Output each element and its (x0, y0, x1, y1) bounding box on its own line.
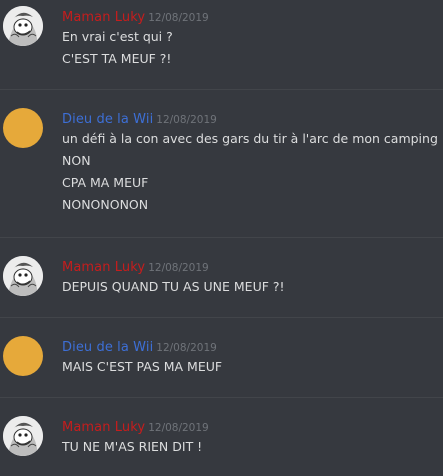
scrooge-avatar-icon[interactable] (3, 256, 43, 296)
orange-circle-avatar[interactable] (3, 336, 43, 376)
orange-circle-avatar[interactable] (3, 108, 43, 148)
author-name[interactable]: Dieu de la Wii (62, 112, 153, 127)
timestamp: 12/08/2019 (148, 262, 209, 274)
message-text: En vrai c'est qui ? (62, 29, 173, 44)
message-text: DEPUIS QUAND TU AS UNE MEUF ?! (62, 279, 285, 294)
message-divider (0, 237, 443, 238)
message-body: TU NE M'AS RIEN DIT ! (62, 436, 202, 458)
message-divider (0, 397, 443, 398)
author-name[interactable]: Maman Luky (62, 420, 145, 435)
message-header: Dieu de la Wii 12/08/2019 (62, 336, 217, 355)
timestamp: 12/08/2019 (156, 114, 217, 126)
message-body: DEPUIS QUAND TU AS UNE MEUF ?! (62, 276, 285, 298)
author-name[interactable]: Dieu de la Wii (62, 340, 153, 355)
message-text: CPA MA MEUF (62, 175, 149, 190)
message-text: MAIS C'EST PAS MA MEUF (62, 359, 223, 374)
message-divider (0, 317, 443, 318)
scrooge-avatar-icon[interactable] (3, 416, 43, 456)
message-header: Maman Luky 12/08/2019 (62, 256, 209, 275)
message-body: En vrai c'est qui ? C'EST TA MEUF ?! (62, 26, 173, 70)
message-body: un défi à la con avec des gars du tir à … (62, 128, 438, 216)
message-text: NONONONON (62, 197, 149, 212)
timestamp: 12/08/2019 (148, 12, 209, 24)
timestamp: 12/08/2019 (156, 342, 217, 354)
message-divider (0, 89, 443, 90)
message-text: TU NE M'AS RIEN DIT ! (62, 439, 203, 454)
message-body: MAIS C'EST PAS MA MEUF (62, 356, 222, 378)
message-header: Dieu de la Wii 12/08/2019 (62, 108, 217, 127)
message-header: Maman Luky 12/08/2019 (62, 416, 209, 435)
scrooge-avatar-icon[interactable] (3, 6, 43, 46)
message-text: C'EST TA MEUF ?! (62, 51, 172, 66)
author-name[interactable]: Maman Luky (62, 10, 145, 25)
timestamp: 12/08/2019 (148, 422, 209, 434)
message-text: un défi à la con avec des gars du tir à … (62, 131, 438, 146)
message-text: NON (62, 153, 91, 168)
chat-log: Maman Luky 12/08/2019 En vrai c'est qui ?… (0, 0, 443, 476)
message-header: Maman Luky 12/08/2019 (62, 6, 209, 25)
author-name[interactable]: Maman Luky (62, 260, 145, 275)
